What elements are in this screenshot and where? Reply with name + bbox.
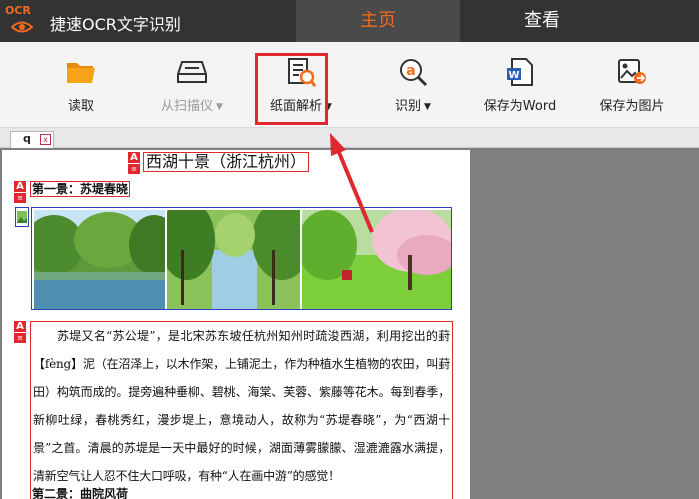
scan-label: 从扫描仪 ▼ [161,99,223,114]
logo-text: OCR [5,4,31,17]
photo-willow-canal [167,210,300,309]
tab-view[interactable]: 查看 [460,0,624,42]
image-export-icon [618,59,646,84]
text-region-marker-icon[interactable]: A ≡ [128,152,140,174]
photo-peach-blossom [302,210,451,309]
save-word-button[interactable]: W 保存为Word [476,42,564,128]
recognize-label: 识别 ▼ [395,99,431,114]
eye-icon [11,21,33,33]
paragraph-text: 苏堤又名“苏公堤”，是北宋苏东坡任杭州知州时疏浚西湖，利用挖出的葑【fèng】泥… [33,329,450,483]
document-tab[interactable]: q x [10,131,54,148]
read-button[interactable]: 读取 [46,42,116,128]
word-document-icon: W [507,58,533,86]
toolbar: 读取 从扫描仪 ▼ 纸面解析 ▼ a 识别 ▼ W 保存为Word 保存为图片 [0,42,699,128]
save-image-label: 保存为图片 [599,99,665,114]
image-region[interactable] [31,207,452,310]
document-page: A ≡ 西湖十景（浙江杭州） A ≡ 第一景：苏堤春晓 A ≡ 苏堤又名“苏公堤… [2,150,470,499]
recognize-button[interactable]: a 识别 ▼ [380,42,446,128]
parse-highlight-box [255,53,328,125]
app-title: 捷速OCR文字识别 [50,15,181,34]
title-bar: OCR 捷速OCR文字识别 主页 查看 [0,0,699,42]
document-tab-strip: q x [0,128,699,148]
text-region[interactable]: 苏堤又名“苏公堤”，是北宋苏东坡任杭州知州时疏浚西湖，利用挖出的葑【fèng】泥… [30,321,453,499]
read-label: 读取 [67,99,94,114]
app-logo: OCR [5,4,39,38]
save-word-label: 保存为Word [483,99,557,114]
recognize-dropdown-caret[interactable]: ▼ [424,102,431,112]
text-region-marker-icon[interactable]: A ≡ [14,321,26,343]
svg-text:W: W [508,70,519,81]
image-region-marker-icon[interactable] [15,207,29,227]
text-region-marker-icon[interactable]: A ≡ [14,181,26,203]
tab-home[interactable]: 主页 [296,0,460,42]
scanner-icon [177,61,207,83]
document-tab-label: q [23,132,31,145]
folder-icon [67,63,95,83]
svg-text:a: a [406,63,415,79]
section-heading[interactable]: 第一景：苏堤春晓 [30,181,131,197]
workspace: A ≡ 西湖十景（浙江杭州） A ≡ 第一景：苏堤春晓 A ≡ 苏堤又名“苏公堤… [0,148,699,499]
scan-button[interactable]: 从扫描仪 ▼ [146,42,238,128]
document-title[interactable]: 西湖十景（浙江杭州） [143,152,310,172]
photo-willow-lake [34,210,165,309]
scan-dropdown-caret[interactable]: ▼ [216,102,223,112]
section-heading-2[interactable]: 第二景：曲院风荷 [32,485,129,499]
ocr-recognize-icon: a [400,59,428,87]
close-icon[interactable]: x [40,134,51,145]
save-image-button[interactable]: 保存为图片 [592,42,672,128]
